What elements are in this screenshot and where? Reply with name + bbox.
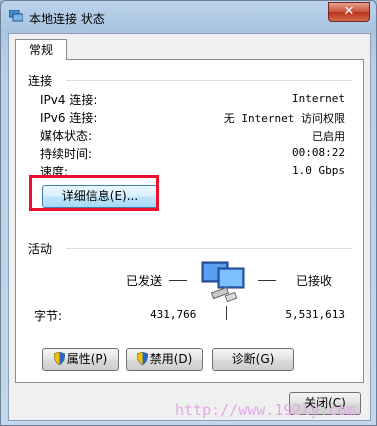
ipv4-label: IPv4 连接: xyxy=(40,93,98,107)
general-tab-panel: 连接 IPv4 连接: Internet IPv6 连接: 无 Internet… xyxy=(15,59,364,383)
disable-button[interactable]: 禁用(D) xyxy=(126,348,203,371)
sent-line xyxy=(169,280,187,281)
activity-group-title: 活动 xyxy=(28,242,53,256)
window-title: 本地连接 状态 xyxy=(29,12,105,26)
title-bar[interactable]: 本地连接 状态 ✕ xyxy=(1,1,376,31)
connection-group-divider xyxy=(66,80,352,81)
ipv6-value: 无 Internet 访问权限 xyxy=(223,112,345,125)
activity-group-divider xyxy=(66,248,352,249)
connection-group-title: 连接 xyxy=(28,74,53,88)
media-state-label: 媒体状态: xyxy=(40,129,93,143)
diagnose-button[interactable]: 诊断(G) xyxy=(212,348,294,371)
network-connection-icon xyxy=(9,10,23,22)
bytes-sent-value: 431,766 xyxy=(150,308,197,321)
dialog-client-area: 常规 连接 IPv4 连接: Internet IPv6 连接: 无 Inter… xyxy=(8,33,371,421)
sent-label: 已发送 xyxy=(126,274,163,288)
duration-value: 00:08:22 xyxy=(292,146,345,159)
disable-button-label: 禁用(D) xyxy=(149,352,193,366)
tab-general[interactable]: 常规 xyxy=(15,39,67,60)
bytes-label: 字节: xyxy=(34,309,63,323)
watermark: http://www.192ly.com xyxy=(175,401,356,419)
received-label: 已接收 xyxy=(296,274,333,288)
media-state-value: 已启用 xyxy=(312,130,345,143)
network-activity-icon xyxy=(201,261,245,303)
status-window: 本地连接 状态 ✕ 常规 连接 IPv4 连接: Internet IPv6 连… xyxy=(0,0,377,426)
window-close-button[interactable]: ✕ xyxy=(328,2,370,22)
duration-label: 持续时间: xyxy=(40,147,93,161)
uac-shield-icon xyxy=(136,352,148,365)
details-highlight-box xyxy=(29,175,159,211)
bytes-divider xyxy=(226,306,227,320)
ipv6-label: IPv6 连接: xyxy=(40,111,98,125)
properties-button[interactable]: 属性(P) xyxy=(42,348,119,371)
received-line xyxy=(258,280,276,281)
uac-shield-icon xyxy=(53,352,65,365)
bytes-received-value: 5,531,613 xyxy=(285,308,345,321)
properties-button-label: 属性(P) xyxy=(66,352,108,366)
ipv4-value: Internet xyxy=(292,92,345,105)
speed-value: 1.0 Gbps xyxy=(292,164,345,177)
